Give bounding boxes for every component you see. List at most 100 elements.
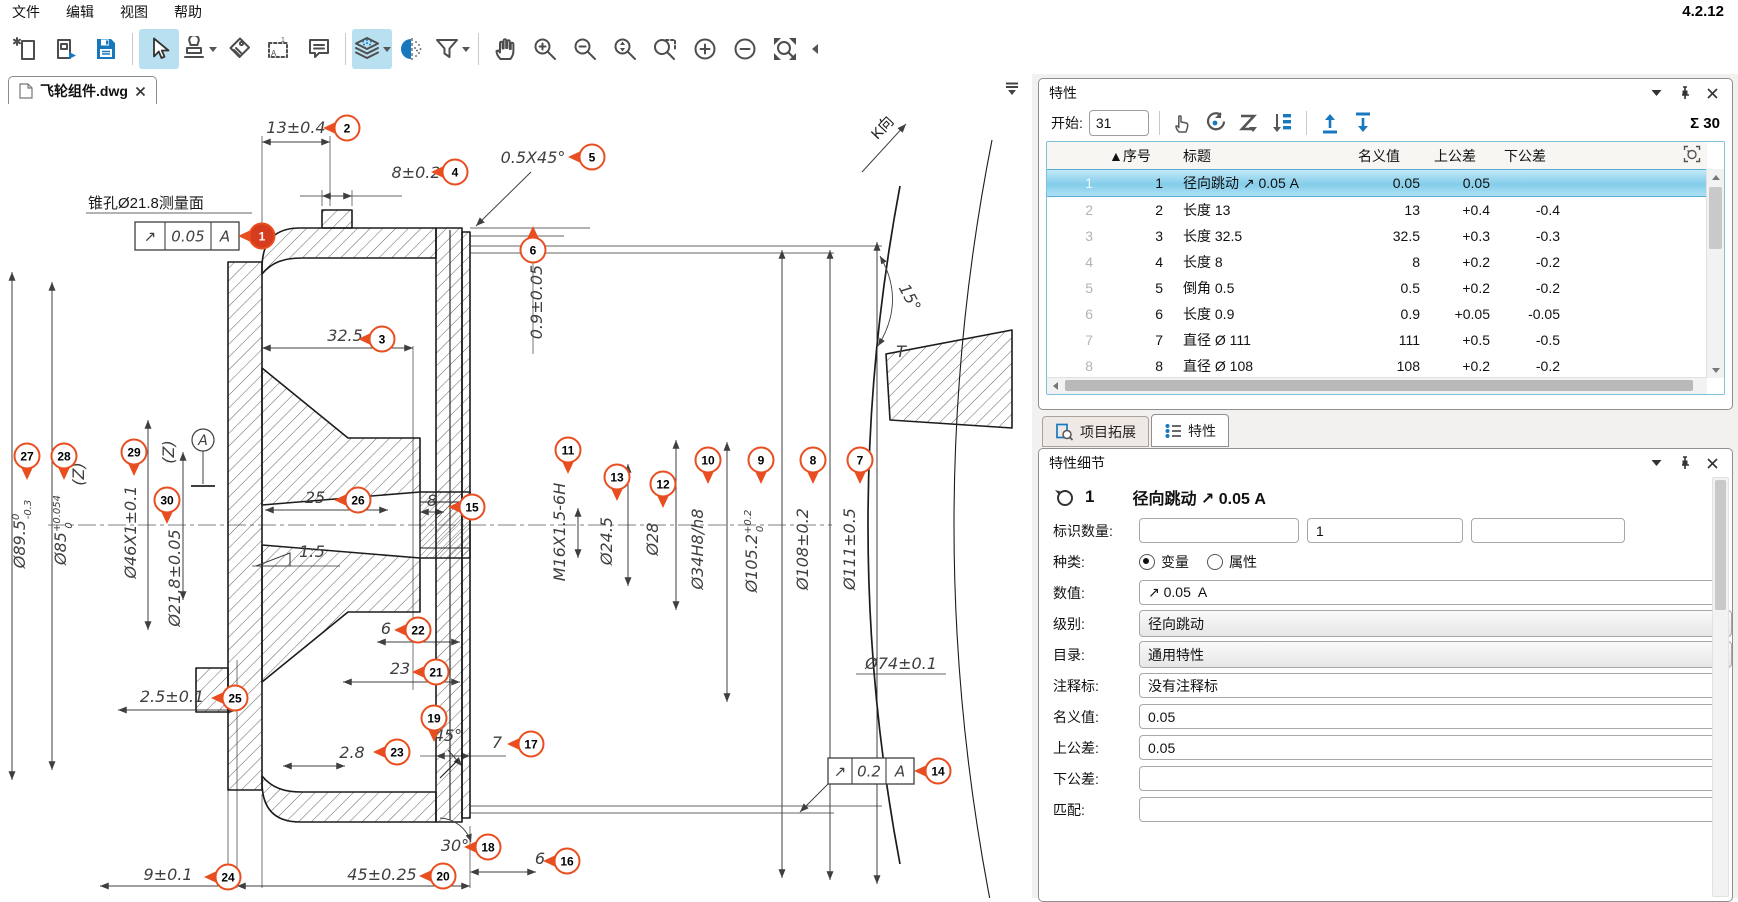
radio-variable-label[interactable]: 变量 (1161, 552, 1189, 572)
table-row[interactable]: 66长度 0.90.9+0.05-0.05 (1047, 301, 1707, 327)
project-expand-icon (1055, 423, 1074, 441)
panel-menu-caret-icon[interactable] (1646, 454, 1666, 472)
menu-help[interactable]: 帮助 (174, 2, 202, 22)
table-row[interactable]: 22长度 1313+0.4-0.4 (1047, 197, 1707, 223)
scroll-up-icon[interactable] (1707, 169, 1724, 185)
note-input[interactable] (1139, 673, 1719, 698)
menu-edit[interactable]: 编辑 (66, 2, 94, 22)
radio-attribute-label[interactable]: 属性 (1229, 552, 1257, 572)
value-input[interactable] (1139, 580, 1719, 605)
scroll-thumb[interactable] (1715, 480, 1726, 610)
tab-project-expand[interactable]: 项目拓展 (1042, 416, 1149, 447)
menu-view[interactable]: 视图 (120, 2, 148, 22)
scroll-thumb[interactable] (1709, 187, 1722, 249)
mirror-view-icon[interactable] (392, 29, 432, 69)
table-row[interactable]: 44长度 88+0.2-0.2 (1047, 249, 1707, 275)
balloon-column-icon[interactable] (1677, 145, 1707, 166)
radio-attribute[interactable] (1207, 554, 1223, 570)
renumber-list-icon[interactable] (1269, 110, 1296, 136)
feature-control-frame[interactable]: ↗0.05A (135, 222, 239, 250)
collapse-toolbar-icon[interactable] (805, 29, 825, 69)
field-level: 级别: 径向跳动 (1039, 608, 1732, 639)
pin-icon[interactable] (1674, 84, 1694, 102)
panel-menu-caret-icon[interactable] (1646, 84, 1666, 102)
menu-file[interactable]: 文件 (12, 2, 40, 22)
table-row[interactable]: 11径向跳动 ↗ 0.05 A0.050.05 (1047, 169, 1707, 197)
close-tab-icon[interactable] (135, 86, 146, 97)
open-document-icon[interactable] (46, 29, 86, 69)
new-document-icon[interactable] (6, 29, 46, 69)
filter-icon[interactable] (432, 29, 472, 69)
increase-icon[interactable] (685, 29, 725, 69)
upper-input[interactable] (1139, 735, 1719, 760)
app-version: 4.2.12 (1682, 3, 1724, 20)
move-bottom-icon[interactable] (1350, 110, 1377, 136)
table-row[interactable]: 33长度 32.532.5+0.3-0.3 (1047, 223, 1707, 249)
table-row[interactable]: 88直径 Ø 108108+0.2-0.2 (1047, 353, 1707, 378)
tag-icon[interactable] (219, 29, 259, 69)
svg-text:19: 19 (427, 712, 441, 726)
z-order-icon[interactable] (1236, 110, 1263, 136)
svg-text:23: 23 (390, 746, 404, 760)
id-input-1[interactable] (1139, 518, 1299, 543)
dimension-text: 6 (381, 619, 391, 638)
table-vertical-scrollbar[interactable] (1706, 169, 1724, 378)
zoom-in-icon[interactable] (525, 29, 565, 69)
stamp-icon[interactable] (179, 29, 219, 69)
col-nominal[interactable]: 名义值 (1352, 146, 1428, 166)
dimension-text: Ø108±0.2 (793, 508, 812, 591)
table-header[interactable]: ▲序号 标题 名义值 上公差 下公差 (1047, 142, 1707, 170)
svg-text:A: A (219, 228, 230, 246)
filter-dropdown-caret[interactable] (462, 47, 470, 52)
stamp-dropdown-caret[interactable] (209, 47, 217, 52)
zoom-out-icon[interactable] (565, 29, 605, 69)
col-lower[interactable]: 下公差 (1498, 146, 1568, 166)
col-seq[interactable]: ▲序号 (1103, 146, 1177, 166)
zoom-vertical-icon[interactable] (605, 29, 645, 69)
select-cursor-icon[interactable] (139, 29, 179, 69)
col-upper[interactable]: 上公差 (1428, 146, 1498, 166)
table-horizontal-scrollbar[interactable] (1047, 377, 1707, 394)
lower-input[interactable] (1139, 766, 1719, 791)
move-top-icon[interactable] (1317, 110, 1344, 136)
svg-text:12: 12 (656, 478, 670, 492)
pick-hand-icon[interactable] (1170, 110, 1197, 136)
document-tab[interactable]: 飞轮组件.dwg (8, 76, 157, 105)
start-input[interactable] (1089, 110, 1149, 136)
close-panel-icon[interactable] (1702, 454, 1722, 472)
document-tab-bar: 飞轮组件.dwg (0, 74, 1032, 105)
col-title[interactable]: 标题 (1177, 146, 1352, 166)
pin-icon[interactable] (1674, 454, 1694, 472)
layers-icon[interactable] (352, 29, 392, 69)
radio-variable[interactable] (1139, 554, 1155, 570)
table-row[interactable]: 55倒角 0.50.5+0.2-0.2 (1047, 275, 1707, 301)
close-panel-icon[interactable] (1702, 84, 1722, 102)
tab-characteristics[interactable]: 特性 (1151, 414, 1229, 447)
scroll-left-icon[interactable] (1047, 378, 1063, 394)
drawing-canvas-area: 飞轮组件.dwg A13±0.48±0.20.5X45°32.52581:562… (0, 74, 1032, 898)
catalog-select[interactable]: 通用特性 (1139, 641, 1732, 668)
hscroll-thumb[interactable] (1065, 380, 1693, 391)
table-row[interactable]: 77直径 Ø 111111+0.5-0.5 (1047, 327, 1707, 353)
details-item-number: 1 (1085, 487, 1094, 507)
match-input[interactable] (1139, 797, 1719, 822)
svg-text:17: 17 (524, 738, 538, 752)
pan-hand-icon[interactable] (485, 29, 525, 69)
comment-icon[interactable] (299, 29, 339, 69)
engineering-drawing[interactable]: A13±0.48±0.20.5X45°32.52581:56232.5±0.12… (0, 104, 1032, 898)
nominal-input[interactable] (1139, 704, 1719, 729)
id-input-3[interactable] (1471, 518, 1625, 543)
renumber-rotate-icon[interactable] (1203, 110, 1230, 136)
level-select[interactable]: 径向跳动 (1139, 610, 1732, 637)
tab-list-icon[interactable] (1004, 80, 1020, 101)
layers-dropdown-caret[interactable] (383, 47, 391, 52)
scroll-down-icon[interactable] (1707, 362, 1724, 378)
save-icon[interactable] (86, 29, 126, 69)
zoom-fit-icon[interactable] (765, 29, 805, 69)
region-select-icon[interactable]: A1 (259, 29, 299, 69)
id-input-2[interactable] (1307, 518, 1463, 543)
feature-control-frame[interactable]: ↗0.2A (828, 758, 914, 784)
zoom-window-icon[interactable] (645, 29, 685, 69)
decrease-icon[interactable] (725, 29, 765, 69)
details-vertical-scrollbar[interactable] (1712, 477, 1729, 897)
